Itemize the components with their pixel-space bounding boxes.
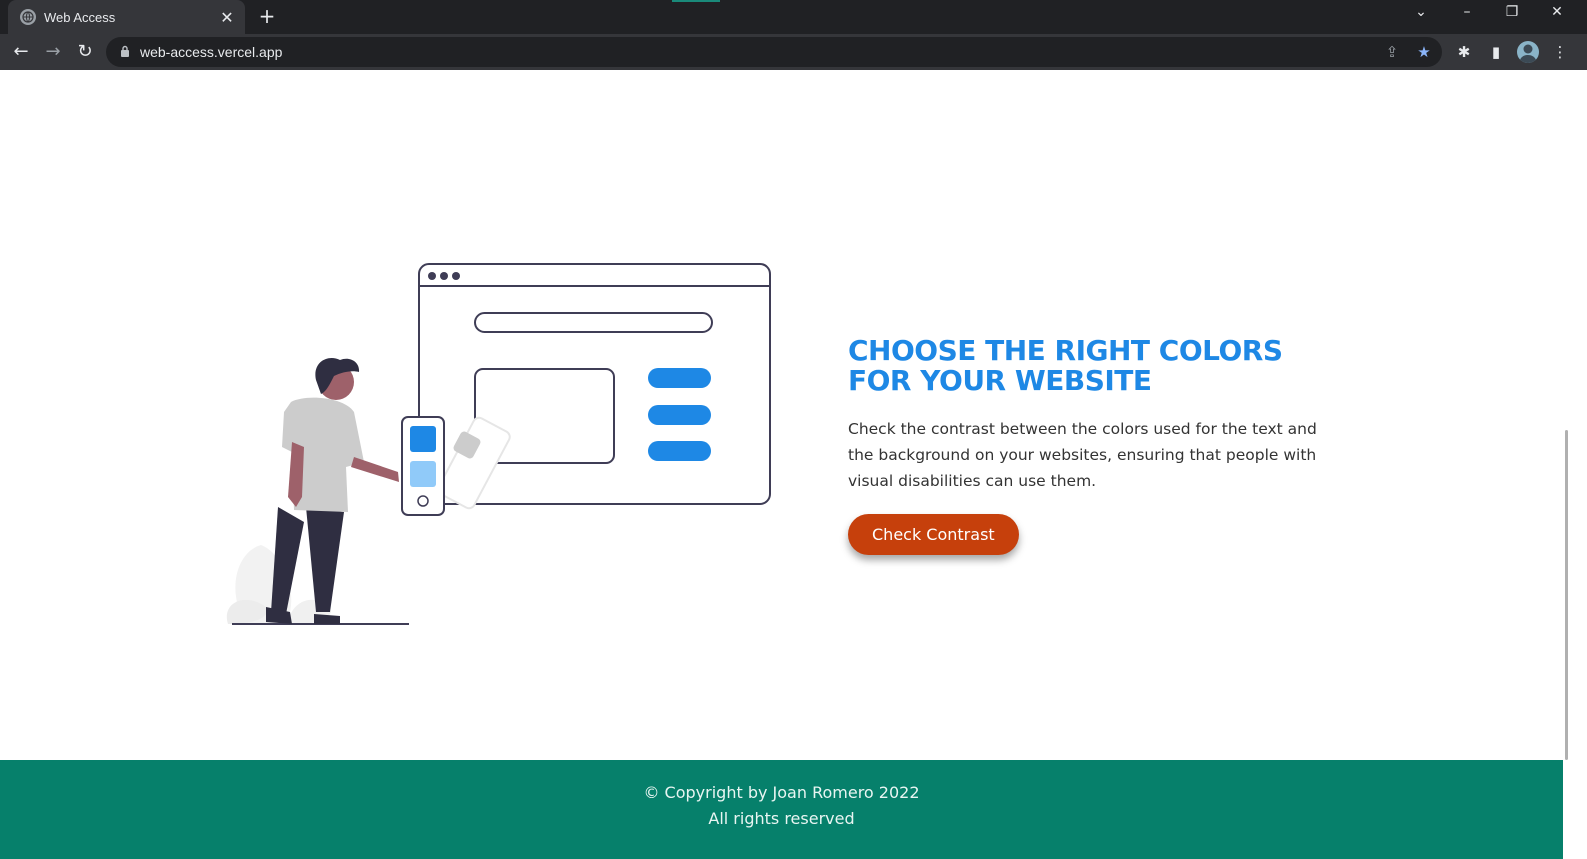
lock-icon xyxy=(121,45,129,57)
url-text: web-access.vercel.app xyxy=(140,44,283,60)
minimize-button[interactable]: – xyxy=(1455,4,1479,20)
scrollbar-thumb[interactable] xyxy=(1565,430,1568,760)
back-icon[interactable]: ← xyxy=(9,40,33,64)
restore-button[interactable]: ❐ xyxy=(1500,4,1524,20)
check-contrast-button[interactable]: Check Contrast xyxy=(848,514,1019,555)
star-icon[interactable]: ★ xyxy=(1414,42,1434,62)
footer-rights: All rights reserved xyxy=(708,809,855,828)
browser-toolbar: ← → ↻ web-access.vercel.app ⇪ ★ ✱ ▮ ⋮ xyxy=(0,34,1587,70)
hero-title: CHOOSE THE RIGHT COLORS FOR YOUR WEBSITE xyxy=(848,334,1283,397)
tab-title: Web Access xyxy=(44,9,116,25)
reload-icon[interactable]: ↻ xyxy=(73,40,97,64)
hero-section: CHOOSE THE RIGHT COLORS FOR YOUR WEBSITE… xyxy=(848,336,1328,555)
share-icon[interactable]: ⇪ xyxy=(1382,42,1402,62)
hero-description: Check the contrast between the colors us… xyxy=(848,420,1317,490)
hero-illustration xyxy=(226,263,771,625)
footer-copyright: © Copyright by Joan Romero 2022 xyxy=(643,783,920,802)
browser-titlebar: Web Access ✕ + ⌄ – ❐ ✕ xyxy=(0,0,1587,34)
globe-icon xyxy=(20,9,36,25)
menu-icon[interactable]: ⋮ xyxy=(1550,42,1570,62)
tab-indicator xyxy=(672,0,720,2)
avatar[interactable] xyxy=(1517,41,1539,63)
footer: © Copyright by Joan Romero 2022 All righ… xyxy=(0,760,1563,859)
tab-search-icon[interactable]: ⌄ xyxy=(1409,4,1433,20)
side-panel-icon[interactable]: ▮ xyxy=(1486,42,1506,62)
forward-icon[interactable]: → xyxy=(41,40,65,64)
new-tab-button[interactable]: + xyxy=(256,6,278,28)
close-icon[interactable]: ✕ xyxy=(219,8,235,27)
person-illustration xyxy=(266,358,399,624)
extensions-icon[interactable]: ✱ xyxy=(1454,42,1474,62)
browser-tab[interactable]: Web Access ✕ xyxy=(8,0,245,34)
window-close-button[interactable]: ✕ xyxy=(1545,4,1569,20)
address-bar[interactable]: web-access.vercel.app ⇪ ★ xyxy=(106,37,1442,67)
